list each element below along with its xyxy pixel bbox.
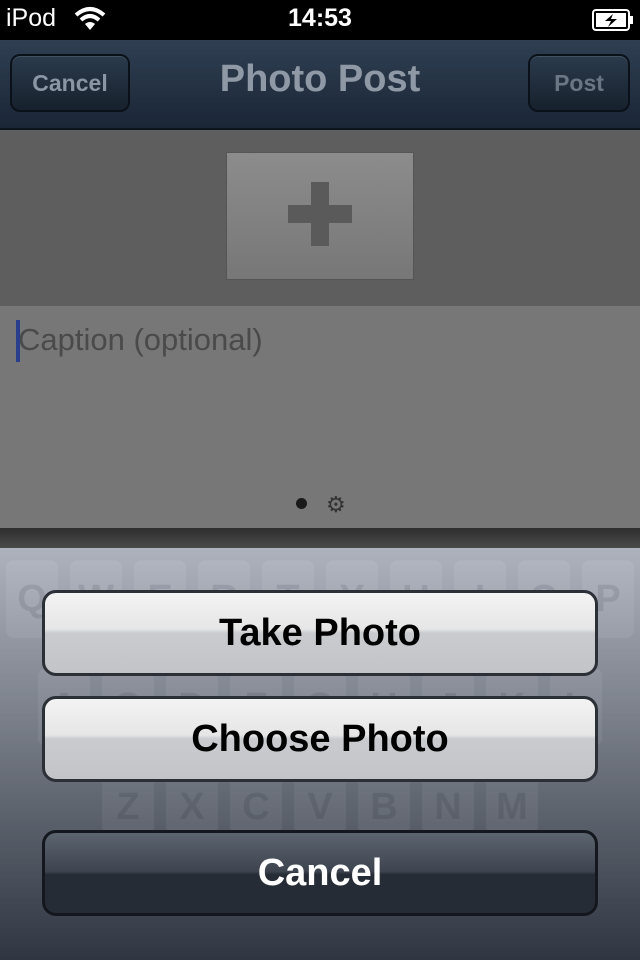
gear-icon[interactable]: ⚙ [326,494,346,516]
status-bar: iPod 14:53 [0,0,640,40]
caption-placeholder: Caption (optional) [18,322,263,357]
divider [0,528,640,548]
page-indicator-dot [296,498,307,509]
text-caret [16,320,20,362]
cancel-button[interactable]: Cancel [42,830,598,916]
take-photo-button[interactable]: Take Photo [42,590,598,676]
post-button[interactable]: Post [528,54,630,112]
plus-icon-bar [288,205,352,223]
navigation-bar: Cancel Photo Post Post [0,40,640,130]
choose-photo-button[interactable]: Choose Photo [42,696,598,782]
battery-icon [592,9,634,36]
status-time: 14:53 [288,4,352,32]
